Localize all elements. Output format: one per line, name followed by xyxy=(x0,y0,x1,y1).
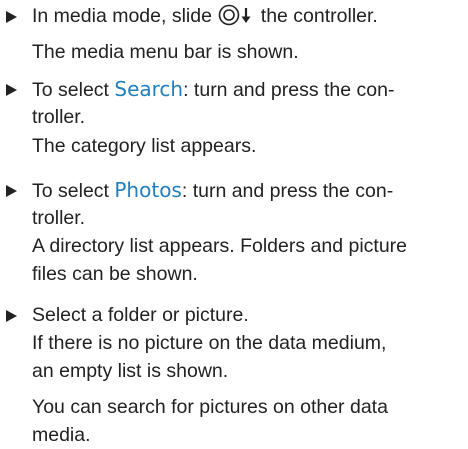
step-result: The category list appears. xyxy=(32,135,257,157)
step-bullet-icon xyxy=(6,11,17,23)
step-instruction-continued: troller. xyxy=(32,207,86,229)
step-instruction-continued: troller. xyxy=(32,106,86,128)
step-result: If there is no picture on the data mediu… xyxy=(32,332,387,354)
step-note: You can search for pictures on other dat… xyxy=(32,396,388,418)
step-instruction: To select Photos: turn and press the con… xyxy=(32,178,394,202)
step-bullet-icon xyxy=(6,84,17,96)
step-instruction: In media mode, slide the controller. xyxy=(32,2,378,34)
step-result: A directory list appears. Folders and pi… xyxy=(32,235,408,257)
step-instruction: To select Search: turn and press the con… xyxy=(32,77,395,101)
step-instruction: Select a folder or picture. xyxy=(32,304,249,326)
step-result-continued: files can be shown. xyxy=(32,263,198,285)
menu-item-photos-label: Photos xyxy=(114,178,182,202)
menu-item-search-label: Search xyxy=(114,77,184,101)
step-bullet-icon xyxy=(6,185,17,197)
step-result: The media menu bar is shown. xyxy=(32,41,299,63)
step-result-continued: an empty list is shown. xyxy=(32,360,229,382)
controller-slide-down-icon xyxy=(218,4,254,34)
instruction-page: In media mode, slide the controller. The… xyxy=(0,0,468,446)
step-bullet-icon xyxy=(6,310,17,322)
